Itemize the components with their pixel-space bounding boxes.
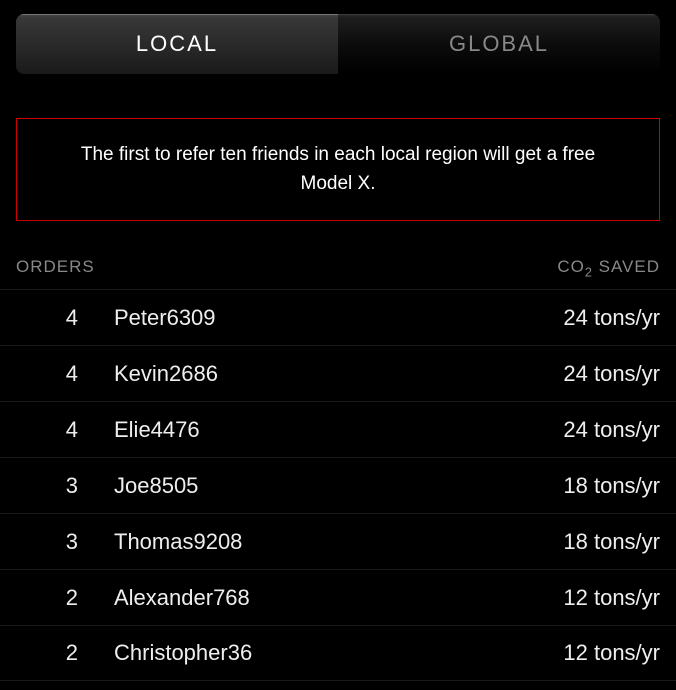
user-name: Alexander768 (114, 585, 314, 611)
user-name: Kevin2686 (114, 361, 314, 387)
header-orders: ORDERS (16, 257, 106, 279)
leaderboard-header: ORDERS CO2 SAVED (16, 257, 660, 279)
co2-saved: 24 tons/yr (314, 361, 660, 387)
user-name: Christopher36 (114, 640, 314, 666)
leaderboard-list: 4Peter630924 tons/yr4Kevin268624 tons/yr… (0, 289, 676, 681)
orders-count: 4 (16, 417, 78, 443)
co2-saved: 18 tons/yr (314, 473, 660, 499)
user-name: Peter6309 (114, 305, 314, 331)
list-item[interactable]: 4 Kevin268624 tons/yr (0, 345, 676, 401)
promo-banner: The first to refer ten friends in each l… (16, 118, 660, 221)
tab-bar: LOCAL GLOBAL (16, 14, 660, 74)
list-item[interactable]: 2 Alexander76812 tons/yr (0, 569, 676, 625)
tab-global[interactable]: GLOBAL (338, 14, 660, 74)
list-item[interactable]: 2 Christopher3612 tons/yr (0, 625, 676, 681)
orders-count: 3 (16, 473, 78, 499)
co2-saved: 24 tons/yr (314, 305, 660, 331)
co2-saved: 18 tons/yr (314, 529, 660, 555)
co2-saved: 12 tons/yr (314, 585, 660, 611)
orders-count: 2 (16, 640, 78, 666)
co2-saved: 24 tons/yr (314, 417, 660, 443)
list-item[interactable]: 3 Joe850518 tons/yr (0, 457, 676, 513)
header-co2-saved: CO2 SAVED (106, 257, 660, 279)
orders-count: 4 (16, 361, 78, 387)
co2-saved: 12 tons/yr (314, 640, 660, 666)
user-name: Joe8505 (114, 473, 314, 499)
user-name: Elie4476 (114, 417, 314, 443)
list-item[interactable]: 4 Elie447624 tons/yr (0, 401, 676, 457)
list-item[interactable]: 3 Thomas920818 tons/yr (0, 513, 676, 569)
tab-local[interactable]: LOCAL (16, 14, 338, 74)
orders-count: 3 (16, 529, 78, 555)
user-name: Thomas9208 (114, 529, 314, 555)
orders-count: 4 (16, 305, 78, 331)
list-item[interactable]: 4 Peter630924 tons/yr (0, 289, 676, 345)
orders-count: 2 (16, 585, 78, 611)
